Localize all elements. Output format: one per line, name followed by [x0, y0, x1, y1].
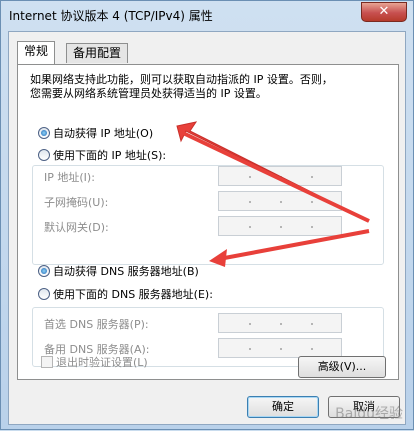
advanced-button[interactable]: 高级(V)...	[298, 356, 386, 378]
dns-auto-radio[interactable]: 自动获得 DNS 服务器地址(B)	[38, 263, 199, 279]
ip-auto-label: 自动获得 IP 地址(O)	[53, 127, 154, 140]
intro-text: 如果网络支持此功能，则可以获取自动指派的 IP 设置。否则， 您需要从网络系统管…	[30, 73, 390, 101]
dns-manual-label: 使用下面的 DNS 服务器地址(E):	[53, 288, 213, 301]
tab-alternate-configuration[interactable]: 备用配置	[66, 43, 129, 63]
dns-auto-radio-button[interactable]	[38, 265, 50, 277]
dialog-client-area: 常规 备用配置 如果网络支持此功能，则可以获取自动指派的 IP 设置。否则， 您…	[8, 31, 406, 425]
preferred-dns-label: 首选 DNS 服务器(P):	[44, 318, 149, 331]
title-bar[interactable]: Internet 协议版本 4 (TCP/IPv4) 属性 ✕	[1, 1, 413, 31]
dialog-window: Internet 协议版本 4 (TCP/IPv4) 属性 ✕ 常规 备用配置 …	[0, 0, 414, 430]
ip-address-input[interactable]	[218, 166, 342, 186]
tab-alternate-configuration-label: 备用配置	[73, 46, 122, 60]
close-icon: ✕	[378, 4, 390, 19]
alternate-dns-input[interactable]	[218, 338, 342, 358]
subnet-mask-input[interactable]	[218, 191, 342, 211]
dns-manual-radio[interactable]: 使用下面的 DNS 服务器地址(E):	[38, 286, 216, 302]
default-gateway-input[interactable]	[218, 216, 342, 236]
ip-manual-radio[interactable]: 使用下面的 IP 地址(S):	[38, 147, 170, 163]
close-button[interactable]: ✕	[361, 2, 407, 22]
validate-on-exit-label: 退出时验证设置(L)	[56, 356, 148, 369]
ip-address-label: IP 地址(I):	[44, 171, 95, 184]
window-title: Internet 协议版本 4 (TCP/IPv4) 属性	[9, 9, 213, 23]
ip-manual-radio-button[interactable]	[38, 149, 50, 161]
intro-line-2: 您需要从网络系统管理员处获得适当的 IP 设置。	[30, 87, 267, 100]
dns-auto-label: 自动获得 DNS 服务器地址(B)	[53, 265, 199, 278]
subnet-mask-label: 子网掩码(U):	[44, 196, 109, 209]
preferred-dns-input[interactable]	[218, 313, 342, 333]
ip-manual-label: 使用下面的 IP 地址(S):	[53, 149, 167, 162]
tab-general[interactable]: 常规	[17, 41, 56, 64]
validate-on-exit-checkbox[interactable]	[41, 356, 53, 368]
ip-auto-radio-button[interactable]	[38, 127, 50, 139]
general-tab-panel: 如果网络支持此功能，则可以获取自动指派的 IP 设置。否则， 您需要从网络系统管…	[17, 64, 399, 380]
ok-button[interactable]: 确定	[247, 396, 319, 418]
watermark: Baidu经验	[335, 406, 403, 422]
intro-line-1: 如果网络支持此功能，则可以获取自动指派的 IP 设置。否则，	[30, 73, 333, 86]
tab-general-label: 常规	[24, 44, 49, 58]
default-gateway-label: 默认网关(D):	[44, 221, 109, 234]
validate-on-exit-checkbox-row[interactable]: 退出时验证设置(L)	[41, 354, 148, 370]
ip-auto-radio[interactable]: 自动获得 IP 地址(O)	[38, 125, 153, 141]
dns-manual-radio-button[interactable]	[38, 288, 50, 300]
